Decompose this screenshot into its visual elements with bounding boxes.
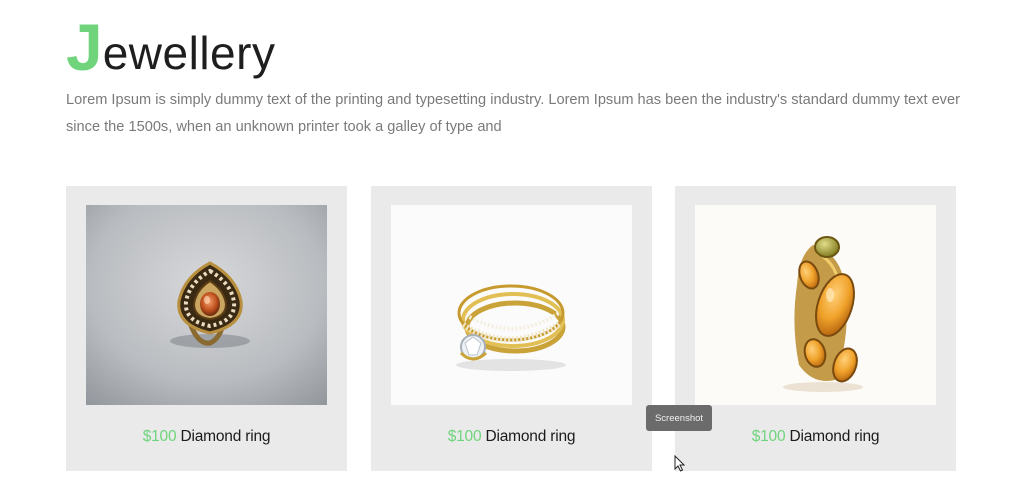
product-image[interactable] [391,205,632,405]
product-caption[interactable]: $100 Diamond ring [371,428,652,446]
product-card[interactable]: $100 Diamond ring [675,186,956,471]
product-image[interactable] [86,205,327,405]
title-rest: ewellery [102,27,276,79]
screenshot-tooltip: Screenshot [646,405,712,431]
product-card[interactable]: $100 Diamond ring [66,186,347,471]
product-name: Diamond ring [789,428,880,445]
product-caption[interactable]: $100 Diamond ring [66,428,347,446]
jewellery-page: Jewellery Lorem Ipsum is simply dummy te… [0,0,1024,478]
product-price: $100 [447,428,482,445]
ring-photo-gem-pendant-icon [86,205,327,405]
product-card[interactable]: $100 Diamond ring [371,186,652,471]
ring-photo-gold-diamond-icon [391,205,632,405]
page-title: Jewellery [66,4,275,80]
mouse-cursor-icon [674,455,686,472]
product-caption[interactable]: $100 Diamond ring [675,428,956,446]
product-price: $100 [751,428,786,445]
title-initial: J [66,10,103,84]
product-name: Diamond ring [485,428,576,445]
product-price: $100 [142,428,177,445]
product-name: Diamond ring [180,428,271,445]
product-image[interactable] [695,205,936,405]
ring-photo-amber-stones-icon [695,205,936,405]
intro-paragraph: Lorem Ipsum is simply dummy text of the … [66,92,960,135]
